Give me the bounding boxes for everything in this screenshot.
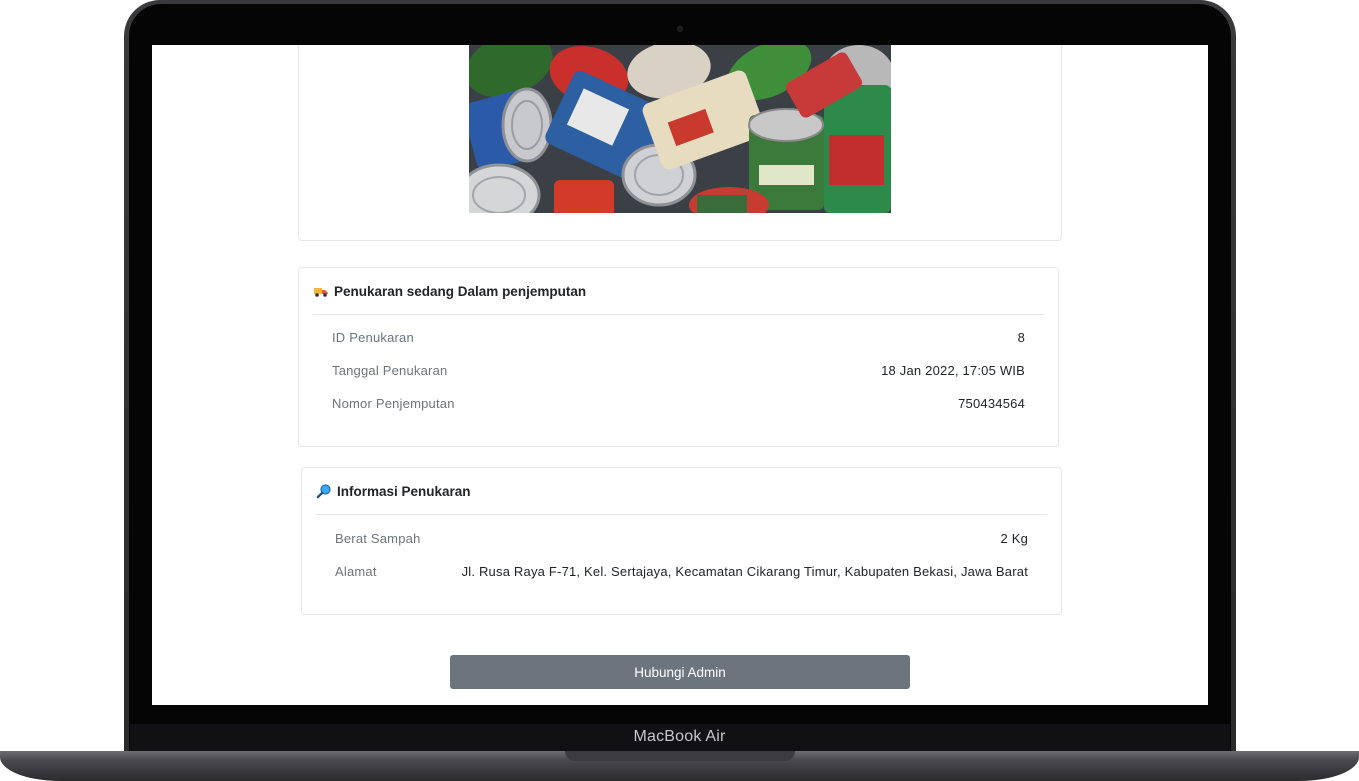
magnifying-glass-icon xyxy=(316,483,332,499)
webcam xyxy=(677,26,683,32)
row-tanggal-penukaran: Tanggal Penukaran 18 Jan 2022, 17:05 WIB xyxy=(332,360,1025,380)
contact-admin-button[interactable]: Hubungi Admin xyxy=(450,655,910,689)
row-label: Alamat xyxy=(335,563,377,579)
row-id-penukaran: ID Penukaran 8 xyxy=(332,327,1025,347)
delivery-truck-icon xyxy=(313,283,329,299)
info-card-title: Informasi Penukaran xyxy=(337,483,471,499)
status-card: Penukaran sedang Dalam penjemputan ID Pe… xyxy=(298,267,1059,447)
hero-image xyxy=(469,45,891,213)
row-value: 18 Jan 2022, 17:05 WIB xyxy=(881,362,1025,378)
row-label: ID Penukaran xyxy=(332,329,414,345)
image-card xyxy=(298,45,1062,241)
laptop-base-notch xyxy=(565,751,795,761)
row-value: 2 Kg xyxy=(1000,530,1028,546)
row-berat-sampah: Berat Sampah 2 Kg xyxy=(335,528,1028,548)
row-label: Tanggal Penukaran xyxy=(332,362,448,378)
row-value: 750434564 xyxy=(958,395,1025,411)
info-card: Informasi Penukaran Berat Sampah 2 Kg Al… xyxy=(301,467,1062,615)
row-value: Jl. Rusa Raya F-71, Kel. Sertajaya, Keca… xyxy=(461,563,1028,579)
row-label: Berat Sampah xyxy=(335,530,421,546)
status-card-title: Penukaran sedang Dalam penjemputan xyxy=(334,283,587,299)
row-value: 8 xyxy=(1017,329,1025,345)
status-card-header: Penukaran sedang Dalam penjemputan xyxy=(313,268,1044,315)
row-nomor-penjemputan: Nomor Penjemputan 750434564 xyxy=(332,393,1025,413)
laptop-model-label: MacBook Air xyxy=(633,728,726,745)
row-label: Nomor Penjemputan xyxy=(332,395,455,411)
app-screen: Penukaran sedang Dalam penjemputan ID Pe… xyxy=(152,45,1208,705)
canned-food-image xyxy=(469,45,891,213)
info-card-header: Informasi Penukaran xyxy=(316,468,1047,515)
row-alamat: Alamat Jl. Rusa Raya F-71, Kel. Sertajay… xyxy=(335,561,1028,581)
